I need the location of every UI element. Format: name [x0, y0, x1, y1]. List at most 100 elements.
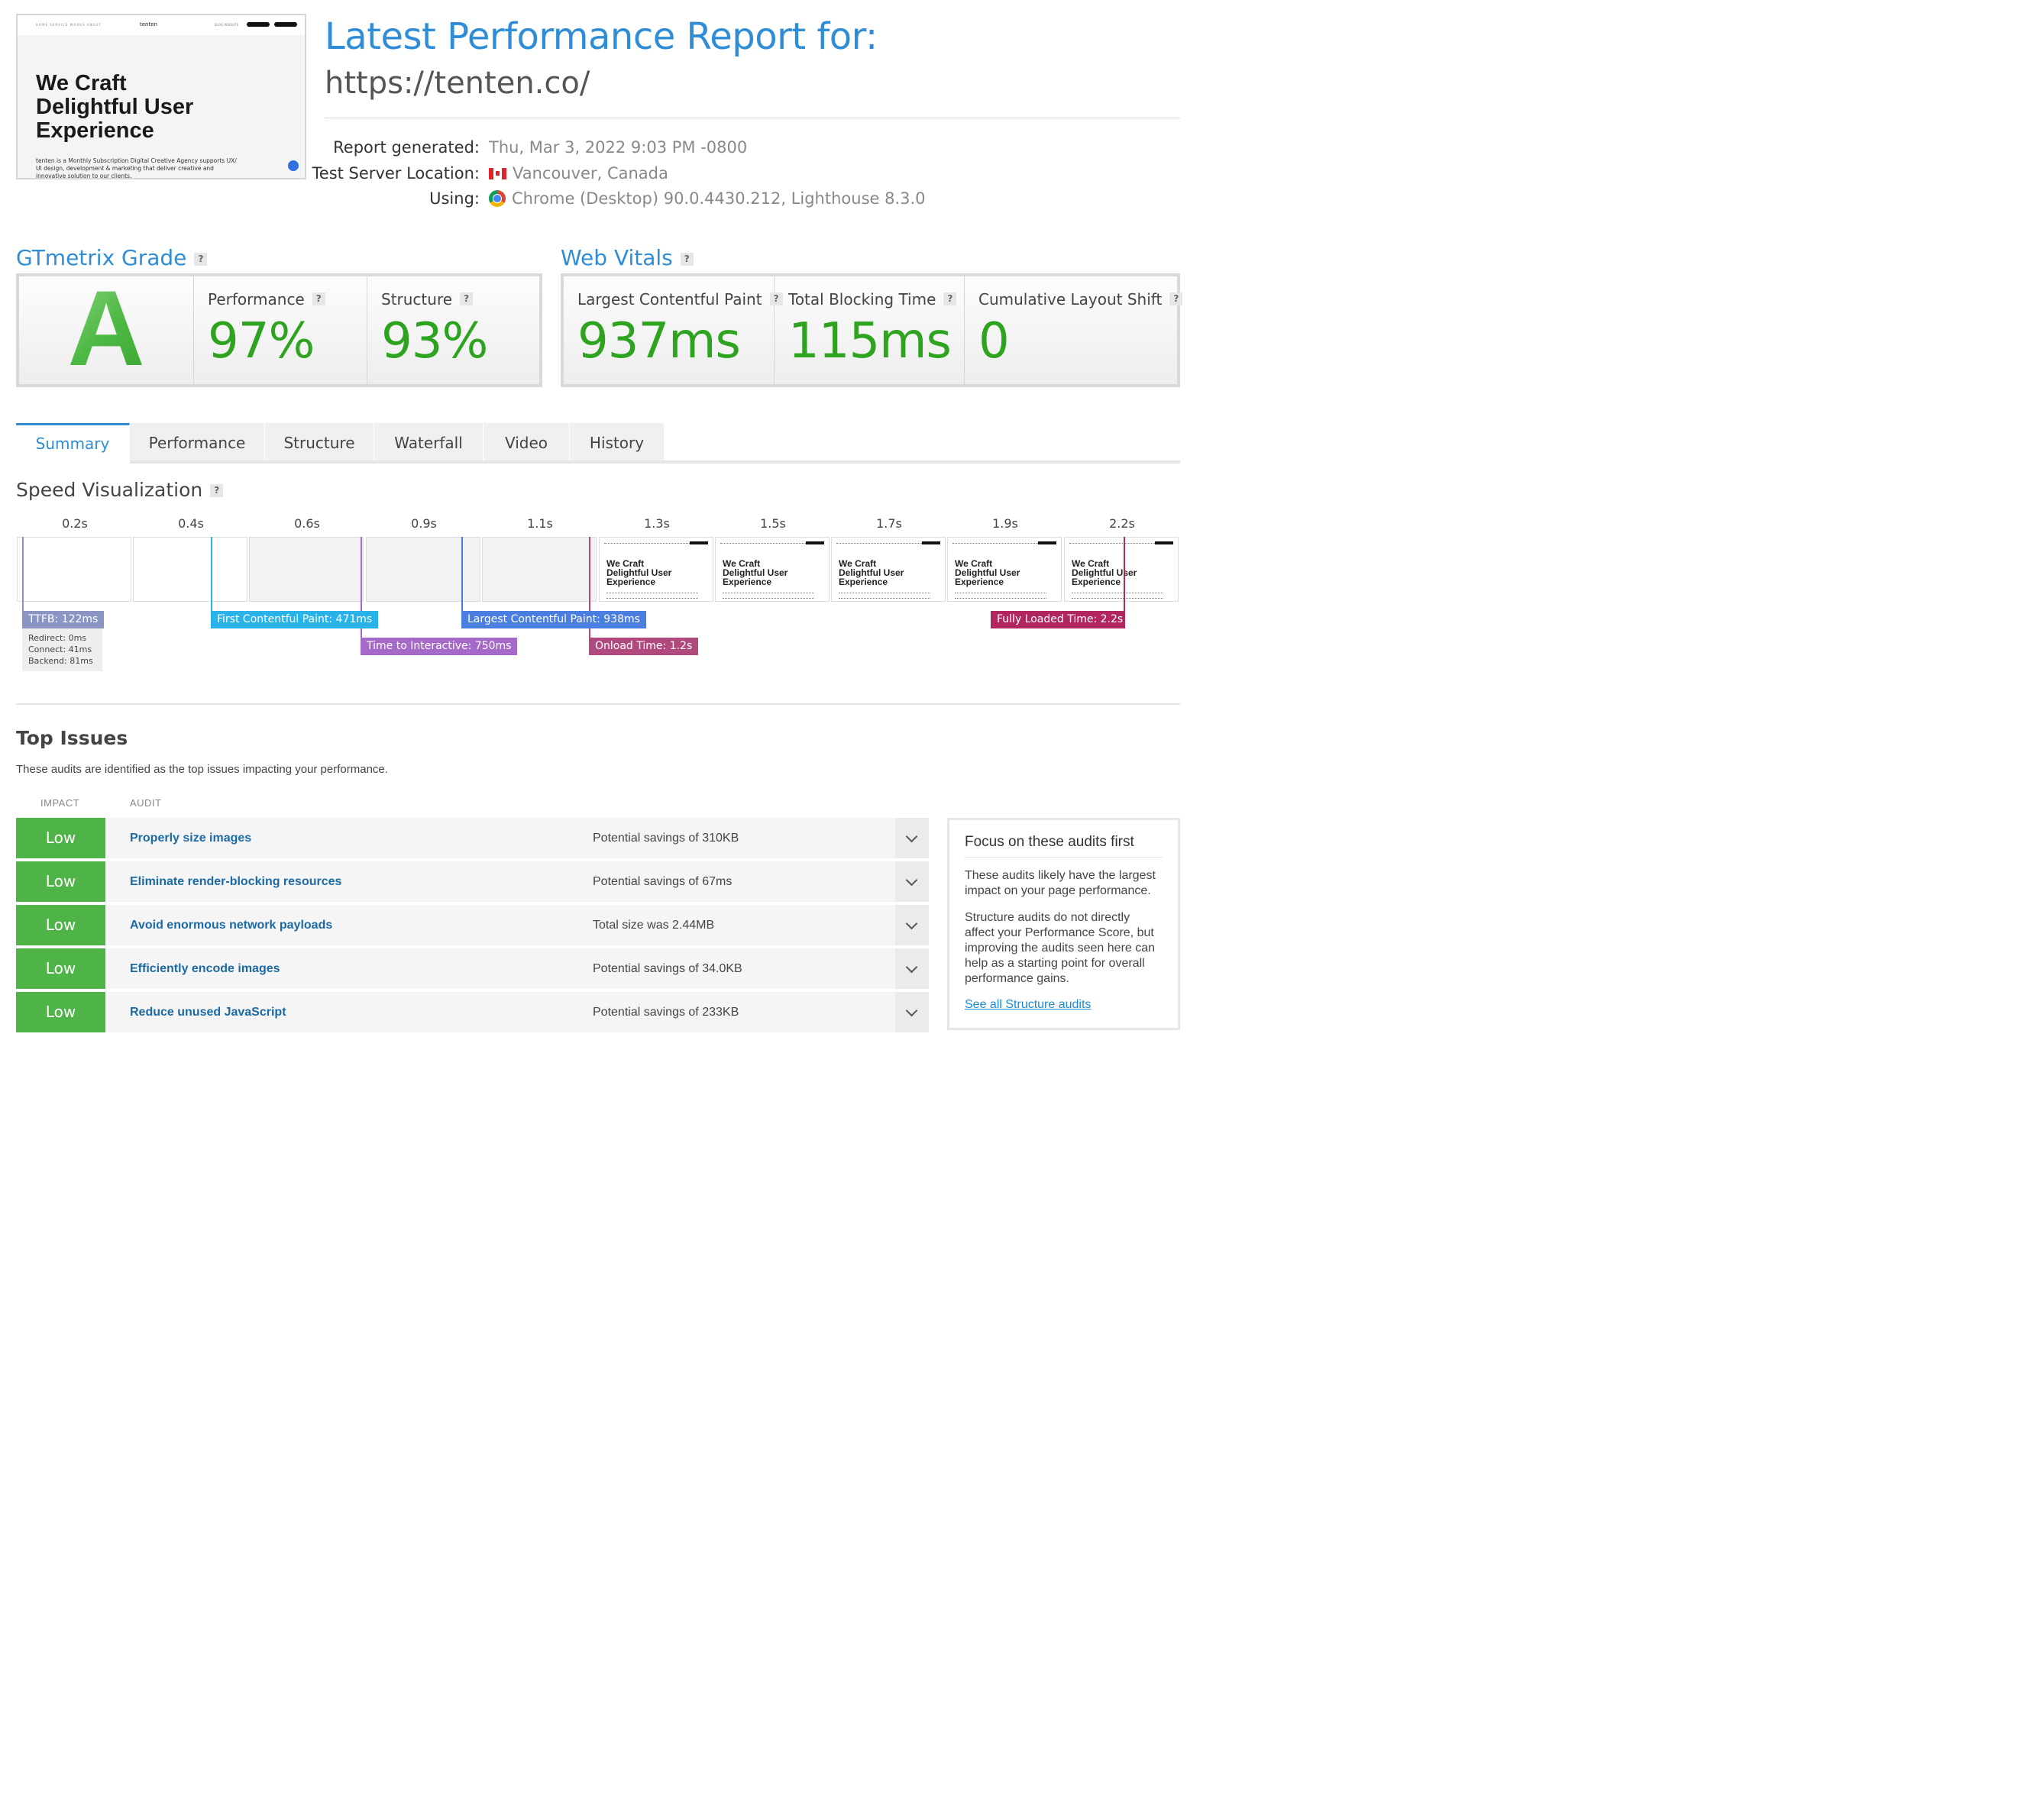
thumbnail-description: tenten is a Monthly Subscription Digital… — [36, 157, 237, 179]
chevron-down-icon[interactable] — [895, 948, 929, 989]
report-tabs: Summary Performance Structure Waterfall … — [16, 423, 665, 463]
structure-label: Structure? — [381, 290, 474, 309]
table-row[interactable]: Low Reduce unused JavaScript Potential s… — [16, 992, 929, 1032]
see-structure-audits-link[interactable]: See all Structure audits — [965, 998, 1091, 1011]
thumbnail-hero-line: Delightful User — [36, 95, 194, 119]
audit-name-link[interactable]: Eliminate render-blocking resources — [130, 861, 341, 902]
fcp-marker-line — [211, 537, 212, 611]
audit-name-link[interactable]: Efficiently encode images — [130, 948, 280, 989]
tab-video[interactable]: Video — [484, 423, 570, 463]
lcp-label: Largest Contentful Paint? — [577, 290, 783, 309]
filmstrip-frame[interactable] — [249, 537, 364, 602]
thumbnail-nav: HOME SERVICE WORKS ABOUT tenten BLOG INS… — [18, 15, 305, 35]
tbt-cell: Total Blocking Time? 115ms — [775, 276, 965, 384]
thumbnail-hero-line: We Craft — [36, 71, 127, 95]
help-icon[interactable]: ? — [680, 253, 694, 266]
help-icon[interactable]: ? — [194, 253, 208, 266]
filmstrip-frame[interactable] — [366, 537, 480, 602]
section-divider — [16, 703, 1180, 705]
thumbnail-contact-pill — [247, 22, 270, 27]
help-icon[interactable]: ? — [210, 484, 224, 497]
performance-score-cell: Performance? 97% — [194, 276, 367, 384]
chevron-down-icon[interactable] — [895, 905, 929, 945]
frame-hero-text: We Craft Delightful User Experience — [606, 558, 672, 587]
ttfb-redirect: Redirect: 0ms — [28, 633, 87, 643]
meta-label: Using: — [429, 189, 480, 208]
filmstrip-frame[interactable] — [17, 537, 131, 602]
structure-value: 93% — [381, 313, 488, 370]
impact-badge: Low — [16, 948, 105, 989]
table-row[interactable]: Low Properly size images Potential savin… — [16, 818, 929, 858]
page-screenshot-thumbnail[interactable]: HOME SERVICE WORKS ABOUT tenten BLOG INS… — [16, 14, 306, 179]
label-text: Structure — [381, 290, 453, 309]
meta-label: Report generated: — [333, 138, 480, 157]
chevron-down-icon[interactable] — [895, 992, 929, 1032]
focus-audits-panel: Focus on these audits first These audits… — [947, 818, 1180, 1030]
focus-panel-text: Structure audits do not directly affect … — [965, 911, 1156, 985]
section-title-text: Web Vitals — [561, 245, 673, 270]
gtmetrix-grade-title: GTmetrix Grade? — [16, 245, 208, 270]
audit-detail: Potential savings of 233KB — [593, 1006, 739, 1019]
location-text: Vancouver, Canada — [513, 164, 668, 183]
timeline-tick: 1.1s — [527, 516, 553, 531]
audit-detail: Potential savings of 34.0KB — [593, 962, 742, 975]
chevron-down-icon[interactable] — [895, 818, 929, 858]
impact-badge: Low — [16, 992, 105, 1032]
audit-name-link[interactable]: Properly size images — [130, 818, 251, 858]
audit-detail: Potential savings of 310KB — [593, 832, 739, 845]
tab-waterfall[interactable]: Waterfall — [374, 423, 484, 463]
help-icon[interactable]: ? — [312, 292, 325, 305]
table-row[interactable]: Low Efficiently encode images Potential … — [16, 948, 929, 989]
timeline-tick: 1.7s — [876, 516, 902, 531]
top-issues-title: Top Issues — [16, 727, 128, 749]
column-header-impact: IMPACT — [40, 797, 80, 809]
filmstrip-frame[interactable] — [482, 537, 597, 602]
ttfb-marker-line — [22, 537, 24, 611]
filmstrip-frame[interactable]: We Craft Delightful User Experience — [947, 537, 1062, 602]
structure-score-cell: Structure? 93% — [367, 276, 539, 384]
impact-badge: Low — [16, 905, 105, 945]
frame-hero-text: We Craft Delightful User Experience — [955, 558, 1020, 587]
chrome-icon — [489, 190, 506, 207]
table-row[interactable]: Low Eliminate render-blocking resources … — [16, 861, 929, 902]
filmstrip-frame[interactable]: We Craft Delightful User Experience — [831, 537, 946, 602]
tbt-label: Total Blocking Time? — [788, 290, 957, 309]
label-text: Cumulative Layout Shift — [978, 290, 1163, 309]
thumbnail-nav-right: BLOG INSIGHTS — [215, 23, 239, 27]
filmstrip-frame[interactable]: We Craft Delightful User Experience — [599, 537, 713, 602]
audit-name-link[interactable]: Avoid enormous network payloads — [130, 905, 332, 945]
help-icon[interactable]: ? — [943, 292, 957, 305]
timeline-tick: 2.2s — [1109, 516, 1135, 531]
help-icon[interactable]: ? — [460, 292, 474, 305]
grade-panel: A Performance? 97% Structure? 93% — [16, 273, 542, 387]
timeline-tick: 0.4s — [178, 516, 204, 531]
tab-performance[interactable]: Performance — [130, 423, 265, 463]
cls-label: Cumulative Layout Shift? — [978, 290, 1183, 309]
thumbnail-logo: tenten — [140, 21, 157, 27]
filmstrip-frame[interactable] — [133, 537, 247, 602]
audit-detail: Total size was 2.44MB — [593, 919, 715, 932]
section-title-text: GTmetrix Grade — [16, 245, 187, 270]
table-row[interactable]: Low Avoid enormous network payloads Tota… — [16, 905, 929, 945]
tab-summary[interactable]: Summary — [16, 423, 130, 463]
grade-letter: A — [19, 275, 193, 382]
chevron-down-icon[interactable] — [895, 861, 929, 902]
performance-value: 97% — [208, 313, 315, 370]
tbt-value: 115ms — [788, 313, 952, 370]
thumbnail-nav-links: HOME SERVICE WORKS ABOUT — [36, 23, 102, 27]
tab-structure[interactable]: Structure — [265, 423, 374, 463]
audit-name-link[interactable]: Reduce unused JavaScript — [130, 992, 286, 1032]
ttfb-connect: Connect: 41ms — [28, 645, 92, 654]
performance-label: Performance? — [208, 290, 325, 309]
filmstrip-frame[interactable]: We Craft Delightful User Experience — [1064, 537, 1179, 602]
meta-value: Thu, Mar 3, 2022 9:03 PM -0800 — [489, 138, 748, 157]
impact-badge: Low — [16, 818, 105, 858]
tab-history[interactable]: History — [570, 423, 665, 463]
impact-badge: Low — [16, 861, 105, 902]
help-icon[interactable]: ? — [1169, 292, 1183, 305]
chat-bubble-icon — [288, 160, 299, 171]
timeline-tick: 1.5s — [760, 516, 786, 531]
lcp-cell: Largest Contentful Paint? 937ms — [564, 276, 783, 384]
timeline-tick: 0.9s — [411, 516, 437, 531]
filmstrip-frame[interactable]: We Craft Delightful User Experience — [715, 537, 830, 602]
